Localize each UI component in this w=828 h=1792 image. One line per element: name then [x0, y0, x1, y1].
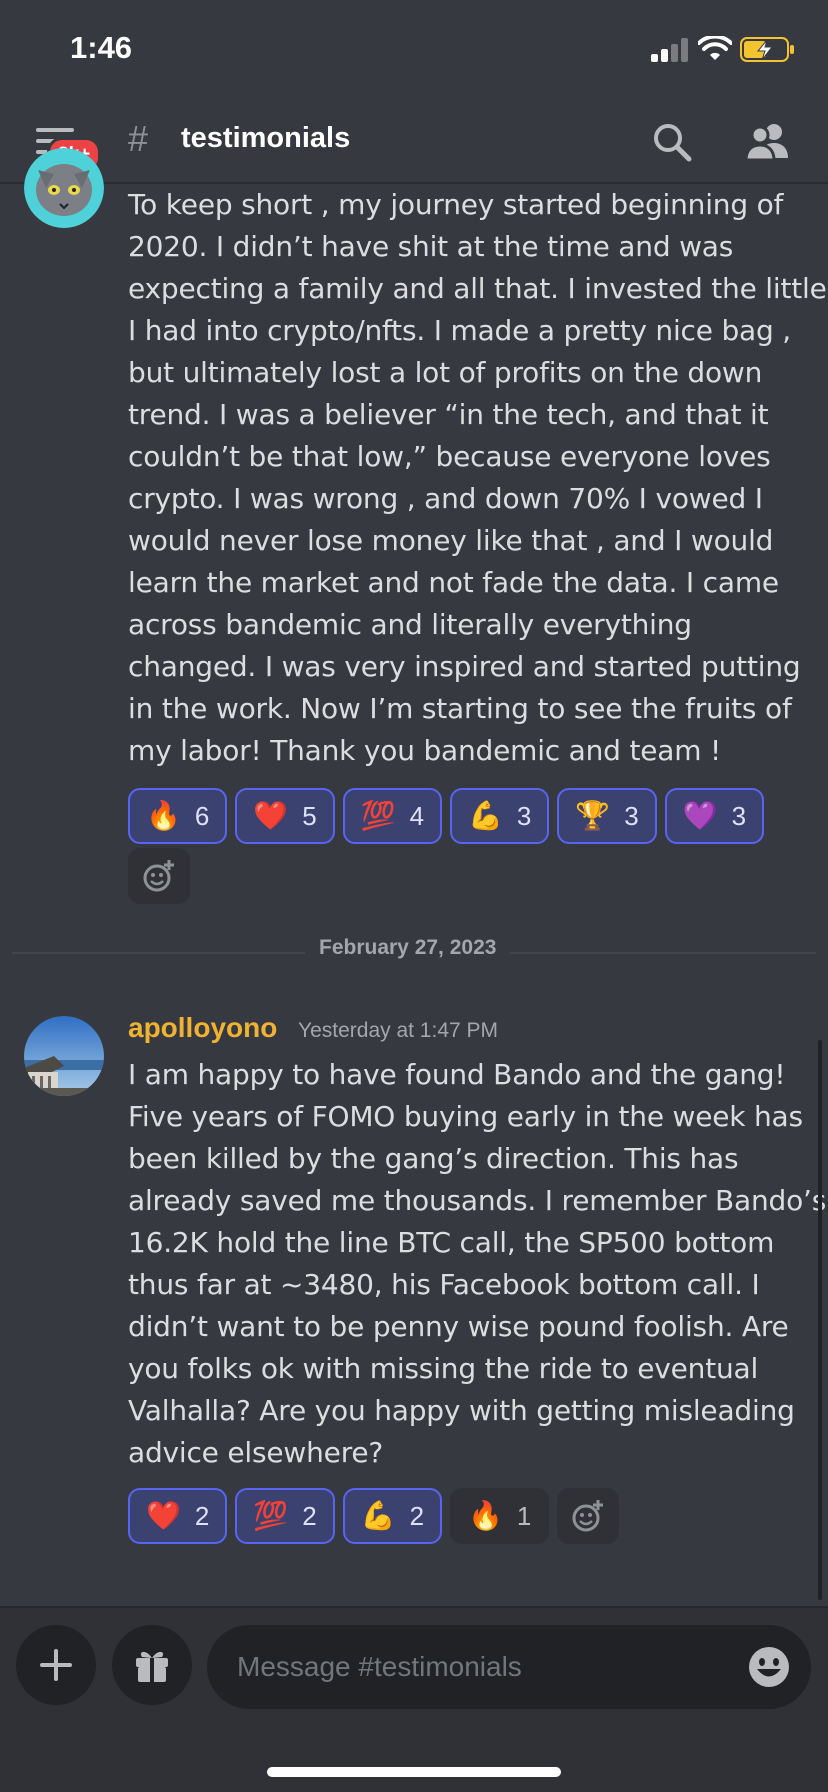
message-input[interactable] — [207, 1625, 811, 1709]
reaction-count: 6 — [194, 800, 210, 831]
reaction-count: 5 — [302, 800, 317, 831]
message-timestamp: Yesterday at 1:47 PM — [298, 1019, 499, 1042]
attach-button[interactable] — [16, 1625, 96, 1705]
add-reaction-icon — [572, 1500, 604, 1532]
reaction-fire[interactable]: 🔥 1 — [450, 1488, 550, 1544]
hash-icon: # — [128, 118, 149, 159]
mechanical-arm-emoji-icon: 💪 — [360, 1500, 396, 1531]
plus-icon — [40, 1649, 72, 1681]
gift-button[interactable] — [112, 1625, 192, 1705]
reaction-count: 4 — [409, 800, 425, 831]
emoji-picker-icon[interactable] — [748, 1646, 790, 1688]
message-body: To keep short , my journey started begin… — [128, 188, 827, 767]
red-heart-emoji-icon: ❤️ — [146, 1500, 181, 1531]
reaction-hundred-points[interactable]: 💯 2 — [235, 1488, 335, 1544]
message-body: I am happy to have found Bando and the g… — [128, 1058, 827, 1469]
reaction-mechanical-arm[interactable]: 💪 2 — [342, 1488, 443, 1544]
user-avatar[interactable] — [24, 1016, 104, 1096]
reaction-flexed-biceps[interactable]: 💪 3 — [450, 788, 550, 844]
status-time: 1:46 — [70, 30, 133, 65]
channel-title[interactable]: testimonials — [181, 122, 350, 155]
message-username[interactable]: apolloyono — [128, 1012, 277, 1044]
red-heart-emoji-icon: ❤️ — [253, 800, 289, 831]
reaction-count: 3 — [731, 800, 747, 831]
wifi-icon — [698, 36, 732, 60]
fire-emoji-icon: 🔥 — [146, 800, 181, 831]
reaction-count: 2 — [409, 1500, 425, 1531]
reaction-count: 3 — [624, 800, 639, 831]
reaction-bar: 🔥 6 ❤️ 5 💯 4 💪 3 🏆 3 💜 3 — [128, 788, 765, 844]
reaction-hundred-points[interactable]: 💯 4 — [342, 788, 443, 844]
reaction-red-heart[interactable]: ❤️ 2 — [128, 1488, 228, 1544]
hundred-points-emoji-icon: 💯 — [253, 1500, 289, 1531]
reaction-count: 1 — [516, 1500, 532, 1531]
members-icon[interactable] — [744, 120, 792, 164]
hundred-points-emoji-icon: 💯 — [360, 800, 396, 831]
add-reaction-row — [128, 848, 190, 904]
cellular-signal-icon — [651, 38, 691, 62]
scrollbar[interactable] — [818, 1040, 822, 1600]
fire-emoji-icon: 🔥 — [468, 1500, 503, 1531]
purple-heart-emoji-icon: 💜 — [682, 800, 718, 831]
add-reaction-button[interactable] — [557, 1488, 620, 1544]
reaction-count: 3 — [516, 800, 532, 831]
flexed-biceps-emoji-icon: 💪 — [468, 800, 503, 831]
reaction-purple-heart[interactable]: 💜 3 — [664, 788, 765, 844]
reaction-red-heart[interactable]: ❤️ 5 — [235, 788, 335, 844]
add-reaction-icon — [143, 860, 174, 892]
reaction-bar: ❤️ 2 💯 2 💪 2 🔥 1 — [128, 1488, 620, 1544]
reaction-trophy[interactable]: 🏆 3 — [557, 788, 657, 844]
trophy-emoji-icon: 🏆 — [575, 800, 611, 831]
reaction-count: 2 — [302, 1500, 317, 1531]
home-indicator[interactable] — [267, 1767, 561, 1777]
search-icon[interactable] — [650, 120, 694, 164]
channel-header: 2k+ # testimonials — [0, 100, 828, 184]
gift-icon — [136, 1651, 168, 1682]
user-avatar[interactable] — [24, 148, 104, 228]
reaction-count: 2 — [194, 1500, 210, 1531]
reaction-fire[interactable]: 🔥 6 — [128, 788, 228, 844]
add-reaction-button[interactable] — [128, 848, 190, 904]
battery-charging-icon — [740, 37, 794, 62]
date-divider-label: February 27, 2023 — [305, 936, 511, 960]
status-bar: 1:46 — [0, 0, 828, 100]
